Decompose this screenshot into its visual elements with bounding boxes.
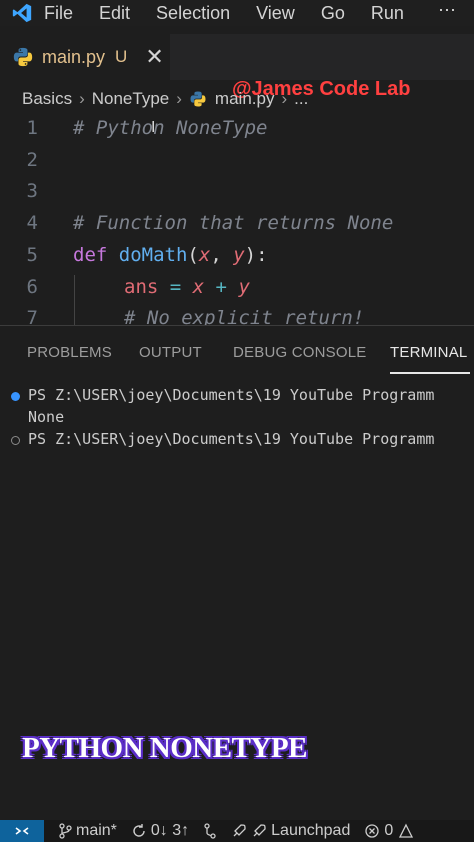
source-control-status[interactable] <box>203 823 217 839</box>
terminal-line[interactable]: PS Z:\USER\joey\Documents\19 YouTube Pro… <box>0 430 474 452</box>
line-number: 7 <box>26 307 38 325</box>
chevron-right-icon: › <box>79 89 85 108</box>
code-line: 1 # Python NoneType <box>0 117 474 149</box>
branch-status[interactable]: main* <box>58 822 117 840</box>
chevron-right-icon: › <box>176 89 182 108</box>
error-icon <box>365 824 379 838</box>
code-line: 5 def doMath(x, y): <box>0 244 474 276</box>
close-tab-icon[interactable]: ✕ <box>145 44 163 70</box>
breadcrumb: Basics › NoneType › main.py › ... <box>22 86 308 112</box>
keyword-def: def <box>73 244 108 266</box>
warning-icon <box>399 823 414 838</box>
chevron-right-icon: › <box>281 89 288 108</box>
var-y: y <box>238 276 250 298</box>
git-branch-icon <box>59 823 72 839</box>
remote-indicator-icon[interactable] <box>0 820 44 842</box>
rocket-icon <box>233 824 246 837</box>
error-count: 0 <box>384 822 394 839</box>
breadcrumb-nonetype[interactable]: NoneType <box>92 89 170 109</box>
sync-counts: 0↓ 3↑ <box>150 822 190 839</box>
tab-output[interactable]: OUTPUT <box>139 344 202 361</box>
open-paren: ( <box>187 244 199 266</box>
line-number: 3 <box>26 180 38 202</box>
close-paren: ): <box>244 244 268 266</box>
code-editor[interactable]: 1 # Python NoneType 2 3 4 # Function tha… <box>0 115 474 325</box>
sync-icon <box>133 824 145 837</box>
equals-operator: = <box>158 276 193 298</box>
terminal-line: PS Z:\USER\joey\Documents\19 YouTube Pro… <box>0 386 474 408</box>
git-status-badge: U <box>115 47 128 66</box>
terminal-line: None <box>0 408 474 430</box>
tab-file-name: main.py <box>42 46 106 67</box>
assignment-statement: ans = x + y <box>124 276 250 298</box>
var-x: x <box>192 276 205 298</box>
menu-file[interactable]: File <box>44 3 73 24</box>
command-success-dot-icon[interactable] <box>11 392 20 401</box>
sync-status[interactable]: 0↓ 3↑ <box>131 822 189 840</box>
terminal-output: None <box>28 408 65 426</box>
comment-text: # Function that returns None <box>73 212 394 234</box>
variable-ans: ans <box>124 276 159 298</box>
comment-text: # No explicit return! <box>124 307 365 325</box>
launchpad-label: Launchpad <box>271 822 351 839</box>
line-number: 6 <box>26 276 38 298</box>
comment-text: # Python NoneType <box>73 117 268 139</box>
tab-problems[interactable]: PROBLEMS <box>27 344 112 361</box>
terminal-prompt: PS Z:\USER\joey\Documents\19 YouTube Pro… <box>28 386 435 404</box>
problems-status[interactable]: 0 <box>364 822 414 840</box>
command-pending-dot-icon <box>11 436 20 445</box>
rocket-outline-icon <box>253 824 266 837</box>
more-menu-icon[interactable]: ⋯ <box>438 0 456 21</box>
code-line: 4 # Function that returns None <box>0 212 474 244</box>
menu-edit[interactable]: Edit <box>99 3 130 24</box>
python-file-icon <box>190 91 206 107</box>
menu-go[interactable]: Go <box>321 3 345 24</box>
indent-guide <box>74 275 75 325</box>
plus-operator: + <box>204 276 239 298</box>
menu-run[interactable]: Run <box>371 3 404 24</box>
tab-debug-console[interactable]: DEBUG CONSOLE <box>233 344 366 361</box>
menu-selection[interactable]: Selection <box>156 3 230 24</box>
param-y: y <box>233 244 245 266</box>
launchpad-status[interactable]: Launchpad <box>231 822 350 840</box>
status-bar: main* 0↓ 3↑ Launchpad 0 <box>0 820 474 842</box>
menu-view[interactable]: View <box>256 3 295 24</box>
line-number: 1 <box>26 117 38 139</box>
line-number: 4 <box>26 212 38 234</box>
function-name: doMath <box>118 244 188 266</box>
line-number: 2 <box>26 149 38 171</box>
code-line: 3 <box>0 180 474 212</box>
param-x: x <box>198 244 211 266</box>
vscode-logo-icon[interactable] <box>0 0 44 26</box>
active-tab-indicator <box>390 372 470 374</box>
python-file-icon <box>13 47 33 67</box>
breadcrumb-symbols[interactable]: ... <box>294 89 308 109</box>
breadcrumb-basics[interactable]: Basics <box>22 89 72 109</box>
code-line: 6 ans = x + y <box>0 276 474 308</box>
video-caption-title: PYTHON NONETYPE <box>22 732 307 764</box>
line-number: 5 <box>26 244 38 266</box>
tab-terminal[interactable]: TERMINAL <box>390 344 467 361</box>
text-cursor-icon: I <box>151 119 156 136</box>
menu-bar: File Edit Selection View Go Run ⋯ <box>0 0 474 26</box>
terminal-prompt: PS Z:\USER\joey\Documents\19 YouTube Pro… <box>28 430 435 448</box>
comma: , <box>210 244 234 266</box>
code-line: 2 <box>0 149 474 181</box>
breadcrumb-main-py[interactable]: main.py <box>215 89 275 109</box>
code-line: 7 # No explicit return! <box>0 307 474 325</box>
function-definition: def doMath(x, y): <box>73 244 268 266</box>
tab-main-py[interactable]: main.py U ✕ <box>0 34 170 80</box>
editor-tab-bar: main.py U ✕ @James Code Lab <box>0 34 474 100</box>
source-control-icon <box>204 823 216 839</box>
branch-name: main* <box>76 822 117 839</box>
